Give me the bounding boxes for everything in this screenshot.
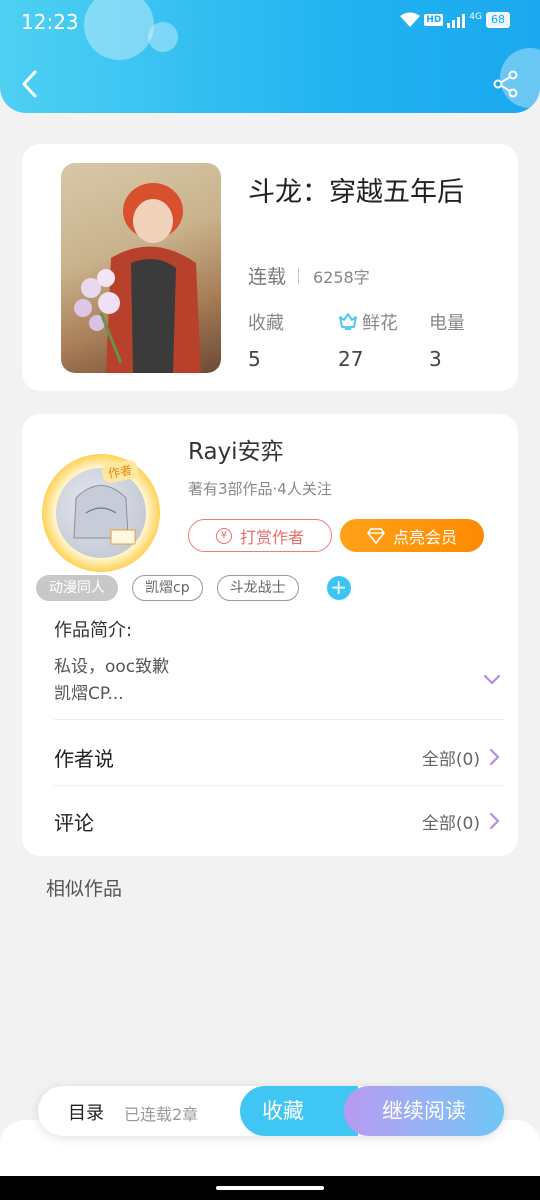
status-bar: 12:23 HD 4G 68 bbox=[0, 8, 540, 36]
bottom-action-bar: 目录 已连载2章 收藏 继续阅读 bbox=[38, 1086, 504, 1136]
diamond-icon bbox=[367, 527, 385, 544]
comments-row[interactable]: 评论 全部(0) bbox=[54, 801, 500, 841]
stat-label: 收藏 bbox=[248, 313, 284, 334]
share-button[interactable] bbox=[492, 70, 520, 98]
home-indicator[interactable] bbox=[216, 1186, 324, 1190]
intro-line: 凯熠CP... bbox=[54, 684, 124, 704]
continue-reading-button[interactable]: 继续阅读 bbox=[344, 1086, 504, 1136]
similar-works-title: 相似作品 bbox=[46, 878, 123, 900]
share-icon bbox=[493, 70, 518, 98]
favorite-button[interactable]: 收藏 bbox=[240, 1086, 358, 1136]
divider bbox=[298, 267, 300, 284]
stat-label: 鲜花 bbox=[362, 313, 398, 334]
author-says-row[interactable]: 作者说 全部(0) bbox=[54, 737, 500, 777]
add-tag-button[interactable]: + bbox=[326, 576, 351, 600]
avatar bbox=[56, 468, 146, 558]
book-cover[interactable] bbox=[61, 163, 221, 373]
signal-icon bbox=[447, 12, 466, 28]
status-time: 12:23 bbox=[21, 10, 79, 34]
stat-flowers[interactable]: 鲜花 27 bbox=[338, 309, 398, 371]
book-status-row: 连载 6258字 bbox=[248, 262, 370, 289]
coin-icon: ¥ bbox=[215, 527, 232, 544]
battery-icon: 68 bbox=[486, 12, 510, 28]
stat-value: 27 bbox=[338, 347, 364, 371]
divider bbox=[54, 719, 504, 720]
system-nav-bar bbox=[0, 1176, 540, 1200]
intro-label: 作品简介: bbox=[54, 620, 133, 641]
tip-author-button[interactable]: ¥ 打赏作者 bbox=[188, 519, 332, 552]
author-avatar[interactable]: 作者 bbox=[42, 454, 160, 572]
author-says-link: 全部(0) bbox=[422, 745, 500, 770]
comments-count: 全部(0) bbox=[421, 813, 480, 834]
chevron-left-icon bbox=[22, 70, 37, 98]
stat-power: 电量 3 bbox=[429, 309, 465, 371]
header: 12:23 HD 4G 68 bbox=[0, 0, 540, 113]
intro-line: 私设，ooc致歉 bbox=[54, 657, 170, 677]
chapter-count: 已连载2章 bbox=[124, 1105, 199, 1124]
chevron-down-icon bbox=[483, 674, 501, 685]
status-icons: HD 4G 68 bbox=[400, 12, 510, 28]
chevron-right-icon bbox=[489, 748, 500, 766]
comments-link: 全部(0) bbox=[422, 809, 500, 834]
stat-label-flowers: 鲜花 bbox=[338, 309, 398, 335]
author-card: 作者 Rayi安弈 著有3部作品·4人关注 ¥ 打赏作者 点亮会员 动漫同人 凯… bbox=[22, 414, 518, 856]
expand-button[interactable] bbox=[482, 672, 502, 686]
tip-label: 打赏作者 bbox=[239, 527, 304, 547]
hd-icon: HD bbox=[424, 14, 444, 26]
word-count: 6258字 bbox=[313, 267, 370, 287]
avatar-illustration bbox=[73, 485, 136, 545]
cover-illustration bbox=[74, 183, 201, 373]
tag-list: 动漫同人 凯熠cp 斗龙战士 + bbox=[36, 575, 351, 601]
author-says-count: 全部(0) bbox=[421, 749, 480, 770]
stat-value: 5 bbox=[248, 347, 261, 371]
wifi-icon bbox=[400, 12, 421, 27]
vip-label: 点亮会员 bbox=[392, 527, 457, 547]
author-says-label: 作者说 bbox=[54, 746, 114, 771]
tag-item[interactable]: 动漫同人 bbox=[36, 575, 118, 601]
intro-text[interactable]: 私设，ooc致歉 凯熠CP... bbox=[54, 654, 169, 708]
toc-button[interactable]: 目录 bbox=[68, 1099, 104, 1125]
flower-icon bbox=[339, 313, 357, 330]
book-info-card: 斗龙：穿越五年后 连载 6258字 收藏 5 鲜花 27 电量 3 bbox=[22, 144, 518, 391]
chevron-right-icon bbox=[489, 812, 500, 830]
comments-label: 评论 bbox=[54, 810, 94, 835]
divider bbox=[54, 785, 504, 786]
tag-item[interactable]: 凯熠cp bbox=[132, 575, 203, 601]
tag-item[interactable]: 斗龙战士 bbox=[216, 575, 299, 601]
stat-favorites: 收藏 5 bbox=[248, 309, 284, 371]
author-name[interactable]: Rayi安弈 bbox=[188, 432, 284, 466]
back-button[interactable] bbox=[16, 68, 44, 100]
network-type: 4G bbox=[469, 12, 482, 22]
book-title: 斗龙：穿越五年后 bbox=[248, 177, 464, 208]
author-meta: 著有3部作品·4人关注 bbox=[188, 480, 332, 498]
serial-status: 连载 bbox=[248, 266, 287, 288]
stat-label: 电量 bbox=[429, 313, 465, 334]
vip-button[interactable]: 点亮会员 bbox=[340, 519, 484, 552]
stat-value: 3 bbox=[429, 347, 442, 371]
